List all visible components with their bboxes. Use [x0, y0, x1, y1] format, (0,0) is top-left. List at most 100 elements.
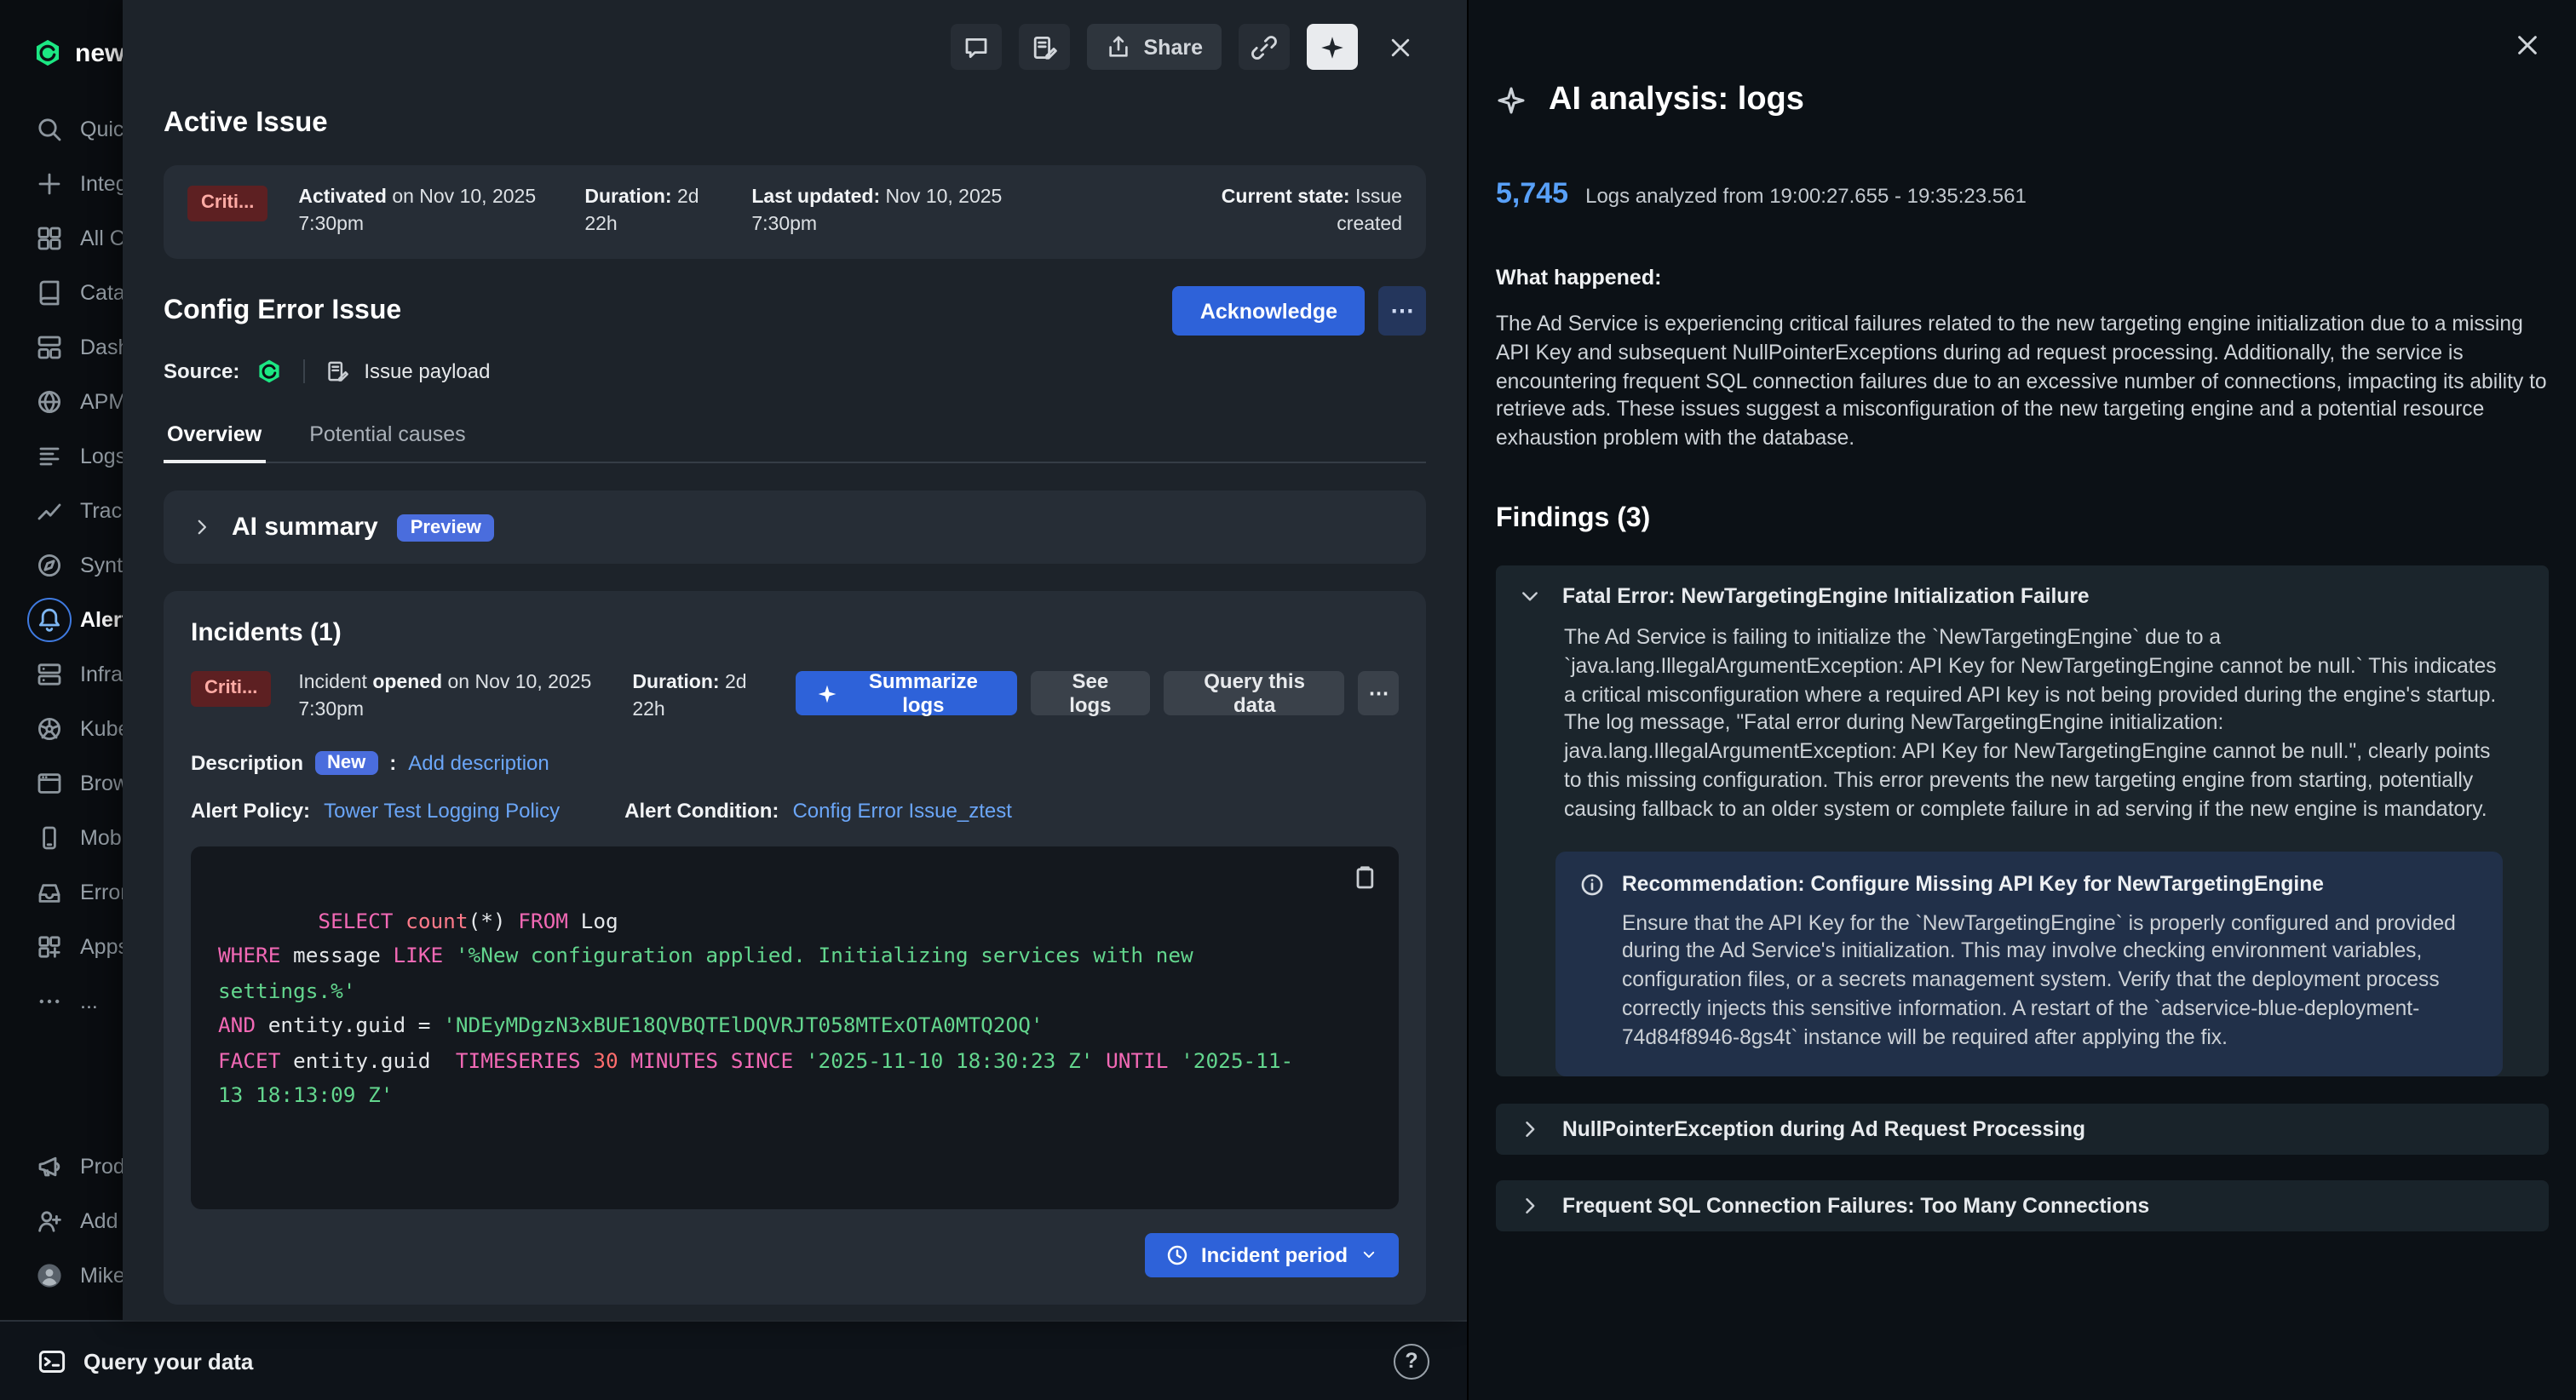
tab-overview[interactable]: Overview [164, 414, 265, 462]
query-your-data-button[interactable]: Query your data [37, 1346, 253, 1375]
sidebar-item-label: APM [80, 390, 123, 414]
source-label: Source: [164, 359, 239, 383]
nrql-query-block: SELECT count(*) FROM Log WHERE message L… [191, 846, 1399, 1208]
duration-info: Duration: 2d 22h [584, 186, 721, 238]
sidebar-item-label: Quick [80, 118, 123, 141]
share-button[interactable]: Share [1088, 24, 1222, 70]
see-logs-button[interactable]: See logs [1030, 671, 1150, 715]
copy-query-button[interactable] [1351, 864, 1378, 891]
sidebar-item-synth[interactable]: Synth [0, 538, 123, 593]
alert-condition-link[interactable]: Config Error Issue_ztest [792, 799, 1011, 823]
incident-more-button[interactable]: ⋯ [1359, 671, 1399, 715]
sidebar-item-label: Brows [80, 772, 123, 795]
help-button[interactable]: ? [1394, 1343, 1429, 1379]
sidebar-item-alerts[interactable]: Alerts [0, 593, 123, 647]
close-issue-panel-button[interactable] [1375, 24, 1426, 70]
acknowledge-button[interactable]: Acknowledge [1173, 286, 1365, 336]
sidebar-item-[interactable]: ... [0, 974, 123, 1029]
caret-down-icon [1360, 1245, 1378, 1264]
issue-payload-link[interactable]: Issue payload [364, 359, 490, 383]
sidebar-item-label: Alerts [80, 608, 123, 632]
sidebar-item-mike[interactable]: Mike [0, 1248, 123, 1303]
alerts-icon [36, 606, 63, 634]
newrelic-source-icon[interactable] [255, 358, 282, 385]
sidebar-item-produ[interactable]: Produ [0, 1139, 123, 1194]
sidebar-footer: Produ Add U Mike [0, 1139, 123, 1303]
activated-info: Activated on Nov 10, 2025 7:30pm [298, 186, 554, 238]
logs-count: 5,745 [1496, 177, 1568, 211]
incident-duration-info: Duration: 2d 22h [632, 671, 768, 724]
sidebar-item-mobil[interactable]: Mobil [0, 811, 123, 865]
sidebar-item-trace[interactable]: Trace [0, 484, 123, 538]
sidebar-item-catal[interactable]: Catal [0, 266, 123, 320]
sidebar-item-errors[interactable]: Errors [0, 865, 123, 920]
sidebar-item-label: Dash [80, 336, 123, 359]
sidebar-item-brows[interactable]: Brows [0, 756, 123, 811]
tab-bar: Overview Potential causes [164, 414, 1426, 463]
sidebar-item-label: Mobil [80, 826, 123, 850]
incident-period-button[interactable]: Incident period [1145, 1232, 1399, 1277]
incident-meta-row: Criti... Incident opened on Nov 10, 2025… [191, 671, 1399, 724]
book-icon [36, 279, 63, 307]
what-happened-label: What happened: [1496, 266, 2549, 290]
sidebar-item-integ[interactable]: Integ [0, 157, 123, 211]
ai-summary-section[interactable]: AI summary Preview [164, 491, 1426, 564]
sparkle-icon [816, 682, 838, 704]
alert-policy-link[interactable]: Tower Test Logging Policy [324, 799, 560, 823]
sidebar-item-label: Kuber [80, 717, 123, 741]
logo-text: new [75, 38, 123, 67]
newrelic-logo[interactable]: new [0, 20, 123, 78]
sidebar-item-quick[interactable]: Quick [0, 102, 123, 157]
link-icon [1251, 33, 1278, 60]
issue-summary-card: Criti... Activated on Nov 10, 2025 7:30p… [164, 165, 1426, 259]
sidebar-item-label: Infras [80, 663, 123, 686]
sidebar-item-dash[interactable]: Dash [0, 320, 123, 375]
source-row: Source: Issue payload [164, 358, 1426, 385]
sidebar: new Quick Integ All Ca Catal Dash APM Logs Trac… [0, 0, 123, 1320]
finding-title: Fatal Error: NewTargetingEngine Initiali… [1562, 584, 2090, 608]
description-colon: : [389, 751, 396, 775]
ai-assistant-button[interactable] [1307, 24, 1358, 70]
sidebar-item-add-u[interactable]: Add U [0, 1194, 123, 1248]
terminal-icon [37, 1346, 66, 1375]
finding-row[interactable]: NullPointerException during Ad Request P… [1496, 1103, 2549, 1154]
feedback-button[interactable] [1020, 24, 1071, 70]
query-this-data-button[interactable]: Query this data [1164, 671, 1345, 715]
bottom-bar: Query your data ? [0, 1320, 1467, 1400]
dashboards-icon [36, 334, 63, 361]
finding-title: NullPointerException during Ad Request P… [1562, 1116, 2085, 1140]
sidebar-item-apm[interactable]: APM [0, 375, 123, 429]
issue-toolbar: Share [123, 0, 1467, 70]
sidebar-item-apps[interactable]: Apps [0, 920, 123, 974]
sidebar-item-logs[interactable]: Logs [0, 429, 123, 484]
ai-panel-title: AI analysis: logs [1549, 82, 1804, 119]
info-icon [1579, 871, 1605, 897]
severity-badge: Criti... [187, 186, 267, 221]
sidebar-item-all-ca[interactable]: All Ca [0, 211, 123, 266]
sidebar-item-label: All Ca [80, 227, 123, 250]
logs-analyzed-row: 5,745 Logs analyzed from 19:00:27.655 - … [1496, 177, 2549, 211]
close-ai-panel-button[interactable] [2513, 31, 2542, 60]
tab-potential-causes[interactable]: Potential causes [306, 414, 469, 462]
finding-row[interactable]: Frequent SQL Connection Failures: Too Ma… [1496, 1179, 2549, 1231]
finding-header[interactable]: Fatal Error: NewTargetingEngine Initiali… [1496, 565, 2549, 608]
issue-name: Config Error Issue [164, 295, 401, 326]
comments-button[interactable] [952, 24, 1003, 70]
close-icon [2513, 31, 2542, 60]
share-label: Share [1144, 35, 1204, 59]
search-icon [36, 116, 63, 143]
sparkle-icon [1496, 85, 1527, 116]
summarize-logs-button[interactable]: Summarize logs [796, 671, 1016, 715]
issue-more-button[interactable]: ⋯ [1378, 286, 1426, 336]
sidebar-item-kuber[interactable]: Kuber [0, 702, 123, 756]
sidebar-nav: Quick Integ All Ca Catal Dash APM Logs TraceSyn… [0, 102, 123, 1029]
sidebar-item-label: Add U [80, 1209, 123, 1233]
copy-link-button[interactable] [1239, 24, 1290, 70]
chevron-right-icon [1518, 1193, 1542, 1217]
sidebar-item-infras[interactable]: Infras [0, 647, 123, 702]
issue-panel: Share Active Issue Criti... Activated on… [123, 0, 1467, 1320]
incidents-card: Incidents (1) Criti... Incident opened o… [164, 591, 1426, 1304]
sidebar-item-label: Logs [80, 445, 123, 468]
preview-badge: Preview [397, 514, 495, 541]
add-description-link[interactable]: Add description [408, 751, 549, 775]
